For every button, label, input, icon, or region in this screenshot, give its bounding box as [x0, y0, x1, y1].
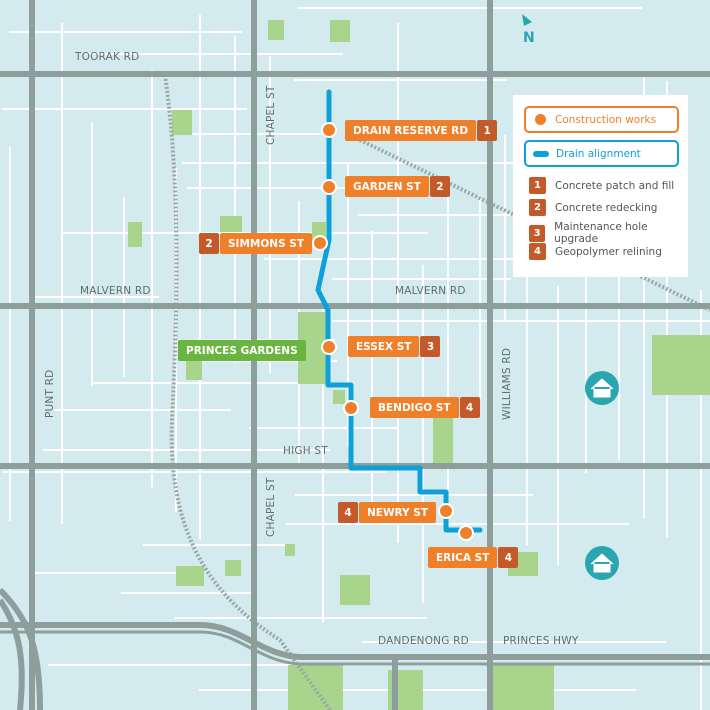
road-label: HIGH ST — [283, 445, 328, 457]
site-label-newry-st[interactable]: 4 NEWRY ST — [337, 502, 437, 523]
site-name: SIMMONS ST — [220, 233, 313, 254]
home-icon — [585, 371, 619, 405]
site-number: 4 — [459, 397, 480, 418]
legend-item: 4 Geopolymer relining — [529, 243, 662, 260]
legend-label: Construction works — [555, 113, 657, 126]
site-label-essex-st[interactable]: ESSEX ST 3 — [348, 336, 441, 357]
site-name: ERICA ST — [428, 547, 498, 568]
legend-number: 4 — [529, 243, 546, 260]
road-label: TOORAK RD — [74, 51, 139, 63]
site-name: NEWRY ST — [359, 502, 437, 523]
site-name: ESSEX ST — [348, 336, 420, 357]
legend-item: 3 Maintenance hole upgrade — [529, 221, 688, 245]
site-name: BENDIGO ST — [370, 397, 459, 418]
site-name: GARDEN ST — [345, 176, 429, 197]
road-label: DANDENONG RD — [378, 635, 469, 647]
legend-item: 2 Concrete redecking — [529, 199, 657, 216]
north-arrow-icon — [522, 14, 532, 26]
site-label-garden-st[interactable]: GARDEN ST 2 — [345, 176, 451, 197]
legend-number: 2 — [529, 199, 546, 216]
site-number: 3 — [420, 336, 441, 357]
road-label: CHAPEL ST — [265, 85, 277, 145]
legend-drain: Drain alignment — [524, 140, 679, 167]
legend-item: 1 Concrete patch and fill — [529, 177, 674, 194]
legend-label: Concrete redecking — [555, 201, 658, 214]
legend-construction: Construction works — [524, 106, 679, 133]
landmark-name: PRINCES GARDENS — [178, 340, 306, 361]
road-label: MALVERN RD — [80, 285, 151, 297]
legend-number: 3 — [529, 224, 546, 242]
legend-label: Maintenance hole upgrade — [554, 221, 648, 245]
legend-label: Concrete patch and fill — [555, 179, 675, 192]
construction-dot-icon — [535, 114, 546, 125]
site-name: DRAIN RESERVE RD — [345, 120, 477, 141]
road-label: PUNT RD — [44, 370, 56, 418]
site-number: 2 — [199, 233, 219, 254]
site-label-erica-st[interactable]: ERICA ST 4 — [428, 547, 519, 568]
legend: Construction works Drain alignment 1 Conc… — [513, 95, 688, 277]
site-label-bendigo-st[interactable]: BENDIGO ST 4 — [370, 397, 481, 418]
site-number: 4 — [338, 502, 358, 523]
road-label: MALVERN RD — [395, 285, 466, 297]
landmark-label-princes-gardens[interactable]: PRINCES GARDENS — [178, 340, 306, 361]
legend-label: Geopolymer relining — [555, 245, 662, 258]
home-icon — [585, 546, 619, 580]
north-label: N — [523, 30, 535, 46]
legend-number: 1 — [529, 177, 546, 194]
road-label: PRINCES HWY — [503, 635, 579, 647]
site-number: 1 — [477, 120, 498, 141]
road-label: WILLIAMS RD — [501, 348, 513, 420]
site-number: 4 — [498, 547, 519, 568]
site-number: 2 — [429, 176, 450, 197]
legend-label: Drain alignment — [556, 147, 641, 160]
site-label-drain-reserve-rd[interactable]: DRAIN RESERVE RD 1 — [345, 120, 498, 141]
road-label: CHAPEL ST — [265, 477, 277, 537]
drain-line-icon — [533, 150, 549, 157]
site-label-simmons-st[interactable]: 2 SIMMONS ST — [198, 233, 313, 254]
